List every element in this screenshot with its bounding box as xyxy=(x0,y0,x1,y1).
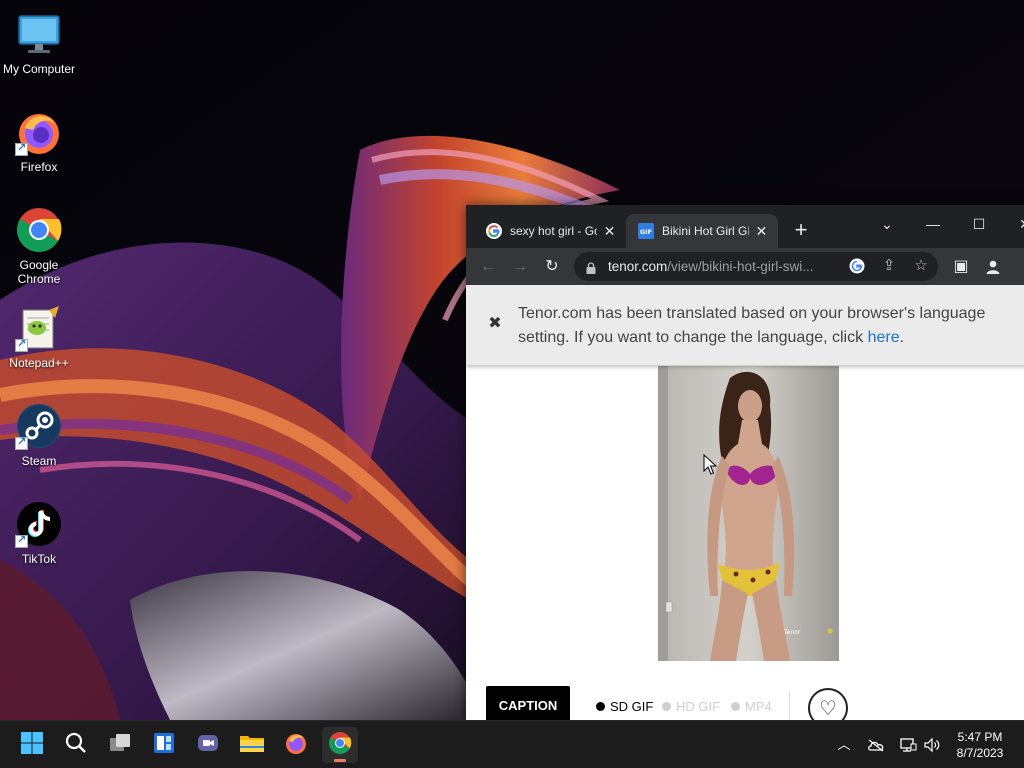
bookmark-star-icon[interactable]: ☆ xyxy=(910,255,932,277)
tab-google-search[interactable]: sexy hot girl - Go ✕ xyxy=(474,214,626,248)
new-tab-button[interactable]: + xyxy=(790,219,812,241)
desktop-icon-firefox[interactable]: Firefox xyxy=(0,104,78,194)
clock-time: 5:47 PM xyxy=(957,730,1003,744)
volume-icon[interactable] xyxy=(922,735,942,755)
task-view-icon xyxy=(108,731,132,760)
desktop-icon-label: Steam xyxy=(21,454,57,468)
translate-here-link[interactable]: here xyxy=(868,329,900,346)
divider xyxy=(789,691,790,720)
chat-icon xyxy=(196,731,220,760)
monitor-icon xyxy=(15,10,63,58)
format-label: HD GIF xyxy=(676,699,721,714)
shortcut-arrow-icon xyxy=(15,337,28,352)
desktop-icon-label: TikTok xyxy=(21,552,57,566)
google-translate-icon[interactable] xyxy=(846,255,868,277)
task-view-button[interactable] xyxy=(102,727,138,763)
maximize-button[interactable]: ☐ xyxy=(964,211,994,237)
browser-toolbar: ← → ↻ tenor.com/view/bikini-hot-girl-swi… xyxy=(466,248,1024,285)
translate-suffix: . xyxy=(899,329,905,346)
tab-title: sexy hot girl - Go xyxy=(510,224,597,238)
tab-title: Bikini Hot Girl GIF xyxy=(662,224,749,238)
svg-text:GIF: GIF xyxy=(640,228,652,236)
desktop-icon-label: Firefox xyxy=(20,160,58,174)
desktop-icon-label: Notepad++ xyxy=(9,356,69,370)
caption-button[interactable]: CAPTION xyxy=(486,686,570,720)
gif-image[interactable]: Tenor xyxy=(658,366,839,661)
file-explorer-icon xyxy=(239,731,265,760)
profile-avatar-icon[interactable] xyxy=(982,256,1004,278)
back-arrow-icon[interactable]: ← xyxy=(477,256,499,278)
format-label: SD GIF xyxy=(610,699,654,714)
format-option-sd-gif[interactable]: SD GIF xyxy=(596,699,653,714)
gif-actions: CAPTION SD GIF HD GIF MP4 ♡ xyxy=(466,685,1024,720)
system-clock[interactable]: 5:47 PM 8/7/2023 xyxy=(940,729,1020,761)
onedrive-offline-icon[interactable] xyxy=(866,735,886,755)
radio-dot-icon xyxy=(596,702,605,711)
firefox-icon xyxy=(15,108,63,156)
taskbar-chrome-button[interactable] xyxy=(322,727,358,763)
start-button[interactable] xyxy=(14,727,50,763)
favorite-heart-button[interactable]: ♡ xyxy=(808,688,848,720)
reload-icon[interactable]: ↻ xyxy=(541,256,563,278)
url-path: /view/bikini-hot-girl-swi... xyxy=(667,259,814,274)
shortcut-arrow-icon xyxy=(15,533,28,548)
desktop-icon-label: Google Chrome xyxy=(17,258,61,286)
gif-icon: GIF xyxy=(638,223,654,239)
translate-notice-text: Tenor.com has been translated based on y… xyxy=(518,302,1018,350)
desktop-icon-tiktok[interactable]: TikTok xyxy=(0,496,78,586)
tab-close-icon[interactable]: ✕ xyxy=(601,222,618,240)
shortcut-arrow-icon xyxy=(15,435,28,450)
translate-notice-bar: ✖ Tenor.com has been translated based on… xyxy=(466,285,1024,365)
search-button[interactable] xyxy=(58,727,94,763)
chat-button[interactable] xyxy=(190,727,226,763)
steam-icon xyxy=(15,402,63,450)
tab-strip: sexy hot girl - Go ✕ GIF Bikini Hot Girl… xyxy=(466,205,1024,248)
url-text: tenor.com/view/bikini-hot-girl-swi... xyxy=(608,259,838,274)
search-icon xyxy=(64,731,88,760)
chrome-window: sexy hot girl - Go ✕ GIF Bikini Hot Girl… xyxy=(466,205,1024,720)
watermark: Tenor xyxy=(783,629,801,636)
shortcut-arrow-icon xyxy=(15,141,28,156)
minimize-button[interactable]: — xyxy=(918,211,948,237)
tiktok-icon xyxy=(15,500,63,548)
side-panel-icon[interactable]: ▣ xyxy=(950,256,972,278)
forward-arrow-icon[interactable]: → xyxy=(509,256,531,278)
translate-message: Tenor.com has been translated based on y… xyxy=(518,305,986,346)
lock-icon xyxy=(586,261,596,274)
taskbar-firefox-button[interactable] xyxy=(278,727,314,763)
mouse-cursor-icon xyxy=(703,453,718,476)
close-window-button[interactable]: ✕ xyxy=(1010,211,1024,237)
tab-tenor-gif[interactable]: GIF Bikini Hot Girl GIF ✕ xyxy=(626,214,778,248)
url-host: tenor.com xyxy=(608,259,668,274)
chrome-icon xyxy=(15,206,63,254)
network-icon[interactable] xyxy=(898,735,918,755)
desktop-icon-label: My Computer xyxy=(2,62,76,76)
format-option-mp4[interactable]: MP4 xyxy=(731,699,772,714)
tab-close-icon[interactable]: ✕ xyxy=(753,222,770,240)
windows-start-icon xyxy=(20,731,44,760)
desktop-icon-notepad-plus-plus[interactable]: Notepad++ xyxy=(0,300,78,390)
close-icon[interactable]: ✖ xyxy=(486,315,504,333)
google-icon xyxy=(486,223,502,239)
tab-search-chevron-icon[interactable]: ⌄ xyxy=(872,211,902,237)
widgets-icon xyxy=(152,731,176,760)
notepad-plus-plus-icon xyxy=(15,304,63,352)
widgets-button[interactable] xyxy=(146,727,182,763)
file-explorer-button[interactable] xyxy=(234,727,270,763)
radio-dot-icon xyxy=(662,702,671,711)
taskbar: ︿ 5:47 PM 8/7/2023 xyxy=(0,720,1024,768)
address-bar[interactable]: tenor.com/view/bikini-hot-girl-swi... ⇪ … xyxy=(574,252,938,281)
chrome-icon xyxy=(328,731,352,760)
desktop-icon-steam[interactable]: Steam xyxy=(0,398,78,488)
desktop-icon-google-chrome[interactable]: Google Chrome xyxy=(0,202,78,292)
page-content: Tenor ✖ Tenor.com has been translated ba… xyxy=(466,285,1024,720)
format-option-hd-gif[interactable]: HD GIF xyxy=(662,699,720,714)
desktop-icon-my-computer[interactable]: My Computer xyxy=(0,6,78,96)
firefox-icon xyxy=(284,731,308,760)
share-icon[interactable]: ⇪ xyxy=(878,255,900,277)
format-label: MP4 xyxy=(745,699,772,714)
show-hidden-icons-chevron-icon[interactable]: ︿ xyxy=(834,735,854,755)
radio-dot-icon xyxy=(731,702,740,711)
clock-date: 8/7/2023 xyxy=(956,746,1004,760)
